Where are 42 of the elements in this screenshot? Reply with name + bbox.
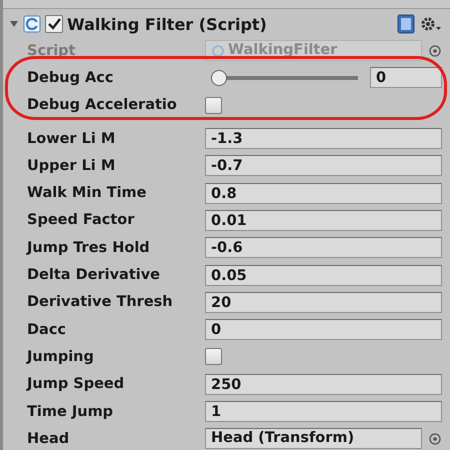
field-value: WalkingFilter <box>228 41 338 60</box>
object-picker-icon[interactable] <box>428 432 442 446</box>
component-title: Walking Filter (Script) <box>67 14 267 34</box>
script-icon <box>23 15 41 33</box>
script-icon <box>211 44 225 58</box>
field-label: Upper Li M <box>27 156 116 176</box>
field-label: Head <box>27 430 70 449</box>
number-field[interactable]: 20 <box>205 292 442 313</box>
foldout-icon[interactable] <box>9 19 19 29</box>
number-field[interactable]: -0.7 <box>205 155 442 176</box>
number-field[interactable]: 250 <box>205 374 442 395</box>
field-value: Head (Transform) <box>211 429 354 448</box>
check-icon <box>47 17 61 31</box>
slider-thumb[interactable] <box>211 70 227 86</box>
number-field[interactable]: 0 <box>205 319 442 340</box>
field-label: Derivative Thresh <box>27 293 173 312</box>
help-book-icon[interactable] <box>396 14 416 34</box>
field-label: Walk Min Time <box>27 184 146 204</box>
field-label: Speed Factor <box>27 211 134 230</box>
enable-checkbox[interactable] <box>45 15 63 33</box>
field-label: Lower Li M <box>27 130 116 149</box>
number-field[interactable]: 1 <box>205 401 442 422</box>
number-field[interactable]: 0.05 <box>205 264 442 286</box>
number-field[interactable]: -1.3 <box>205 128 442 150</box>
field-label: Jump Speed <box>27 375 124 394</box>
number-field[interactable]: 0.01 <box>205 210 442 231</box>
field-label: Jumping <box>27 348 94 367</box>
field-label: Debug Acceleratio <box>27 96 177 116</box>
object-picker-icon[interactable] <box>428 44 442 58</box>
field-label: Time Jump <box>27 402 114 422</box>
object-field[interactable]: Head (Transform) <box>205 428 422 450</box>
checkbox[interactable] <box>205 96 222 114</box>
field-label: Delta Derivative <box>27 266 160 286</box>
field-label: Debug Acc <box>27 68 114 88</box>
field-label: Dacc <box>27 320 66 340</box>
field-label: Jump Tres Hold <box>27 238 150 258</box>
number-field[interactable]: 0 <box>370 67 442 88</box>
settings-icon[interactable] <box>420 15 442 33</box>
field-label: Script <box>27 42 76 61</box>
checkbox[interactable] <box>205 348 222 366</box>
number-field[interactable]: 0.8 <box>205 182 442 204</box>
number-field[interactable]: -0.6 <box>205 237 442 258</box>
